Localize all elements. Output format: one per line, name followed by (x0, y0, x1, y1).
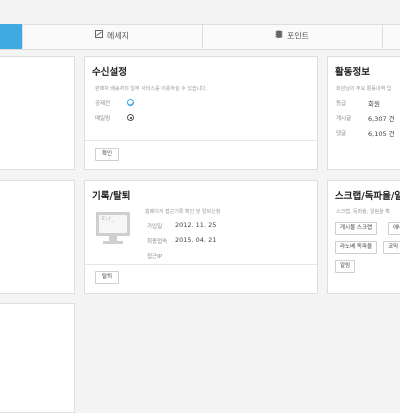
record-withdraw-panel: 기록/탈퇴 C:/_ 홈페이지 접근기록 확인 및 탈퇴신청 가입일 2012.… (84, 180, 318, 294)
receive-settings-panel: 수신설정 판매자 배송처의 일부 서비스를 이용하실 수 있습니다. 공제전 메… (84, 56, 318, 170)
panel-description: 스크랩, 독파율, 알림을 확 (336, 209, 390, 215)
setting-label: 메일링 (95, 116, 111, 122)
record-value: 2015. 04. 21 (175, 236, 217, 244)
message-icon (94, 24, 103, 48)
left-panel-top (0, 56, 75, 170)
activity-info-panel: 활동정보 회원님의 주요 활동내역 입 등급 회원 게시글 6,307 건 댓글… (327, 56, 400, 170)
panel-title: 스크랩/독파율/알 (335, 191, 400, 202)
tab-points[interactable]: 포인트 (202, 24, 382, 48)
setting-label: 공제전 (95, 101, 111, 107)
info-value: 6,307 건 (368, 115, 395, 123)
tab-messages[interactable]: 메세지 (22, 24, 202, 48)
separator-dot: · (191, 114, 193, 120)
left-panel-bottom (0, 303, 75, 413)
tab-points-label: 포인트 (286, 31, 310, 41)
info-label: 게시글 (336, 116, 352, 122)
divider (85, 140, 317, 141)
tab-active[interactable] (0, 24, 22, 49)
panel-description: 홈페이지 접근기록 확인 및 탈퇴신청 (145, 209, 221, 215)
confirm-button[interactable]: 확인 (95, 148, 120, 161)
scrap-panel: 스크랩/독파율/알 스크랩, 독파율, 알림을 확 게시물 스크랩 애니스 라노… (327, 180, 400, 294)
comic-read-button[interactable]: 코믹 독 (383, 241, 400, 254)
check-circle-icon[interactable] (127, 99, 134, 106)
anis-button[interactable]: 애니스 (388, 222, 400, 235)
panel-title: 기록/탈퇴 (92, 191, 131, 202)
record-label: 최종접속 (147, 239, 168, 245)
tab-messages-label: 메세지 (106, 31, 130, 41)
notification-button[interactable]: 알림 (335, 260, 356, 273)
radio-selected-icon[interactable] (127, 114, 134, 121)
coins-icon (275, 24, 283, 48)
panel-description: 판매자 배송처의 일부 서비스를 이용하실 수 있습니다. (95, 86, 208, 92)
info-label: 등급 (336, 101, 347, 107)
tab-divider (382, 24, 383, 48)
record-value: 2012. 11. 25 (175, 221, 217, 229)
info-label: 댓글 (336, 131, 347, 137)
info-value: 6,105 건 (368, 130, 395, 138)
lanove-read-button[interactable]: 라노베 독파율 (335, 241, 378, 254)
scrap-button[interactable]: 게시물 스크랩 (335, 222, 378, 235)
panel-title: 활동정보 (335, 67, 370, 78)
panel-description: 회원님의 주요 활동내역 입 (336, 86, 392, 92)
divider (85, 264, 317, 265)
computer-icon: C:/_ (95, 211, 131, 251)
panel-title: 수신설정 (92, 67, 127, 78)
record-label: 접근IP (147, 254, 163, 260)
info-value: 회원 (368, 100, 380, 108)
withdraw-button[interactable]: 탈퇴 (95, 271, 120, 284)
computer-screen-text: C:/_ (102, 216, 115, 222)
left-panel-middle (0, 180, 75, 294)
record-label: 가입일 (147, 224, 163, 230)
